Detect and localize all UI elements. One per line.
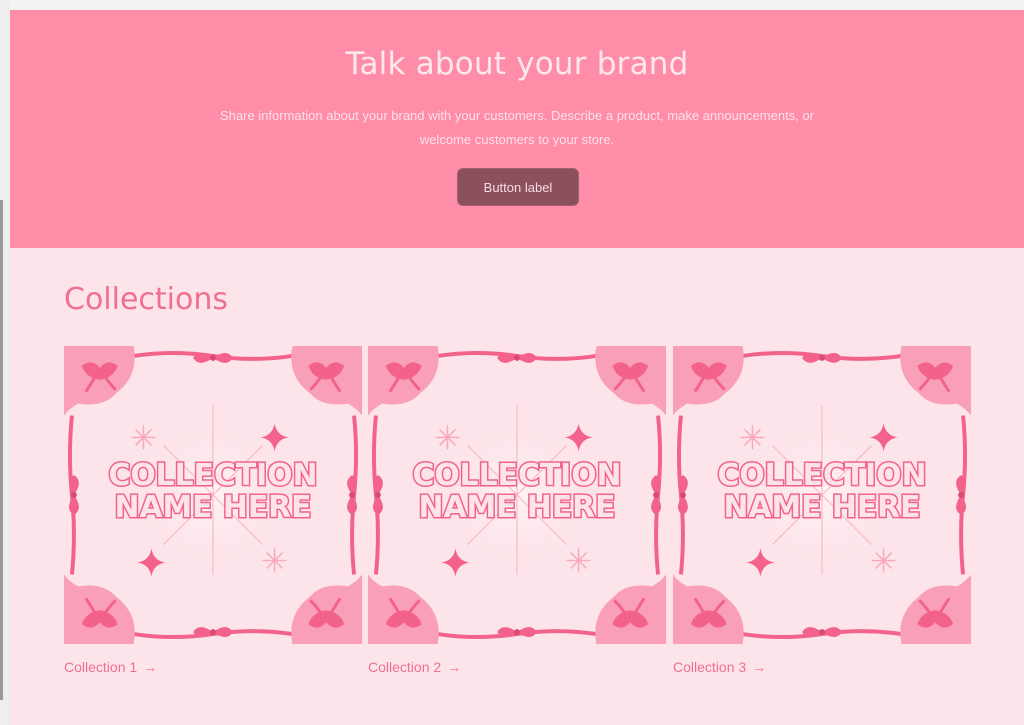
banner-description: Share information about your brand with … — [220, 108, 814, 147]
collection-image-2[interactable] — [368, 346, 666, 644]
left-gutter — [0, 0, 10, 725]
collection-link-1[interactable]: Collection 1 → — [64, 659, 362, 675]
scroll-edge — [0, 200, 3, 700]
collection-card-1[interactable]: Collection 1 → — [64, 346, 362, 675]
collections-heading: Collections — [64, 282, 229, 317]
arrow-right-icon: → — [752, 659, 767, 675]
collection-link-3[interactable]: Collection 3 → — [673, 659, 971, 675]
collection-label: Collection 3 — [673, 659, 747, 675]
banner-title: Talk about your brand — [345, 46, 689, 82]
collection-card-3[interactable]: Collection 3 → — [673, 346, 971, 675]
collection-image-3[interactable] — [673, 346, 971, 644]
collection-card-2[interactable]: Collection 2 → — [368, 346, 666, 675]
banner-button[interactable]: Button label — [457, 168, 579, 206]
arrow-right-icon: → — [447, 659, 462, 675]
collection-image-1[interactable] — [64, 346, 362, 644]
collection-link-2[interactable]: Collection 2 → — [368, 659, 666, 675]
arrow-right-icon: → — [143, 659, 158, 675]
collection-label: Collection 1 — [64, 659, 138, 675]
brand-banner: Talk about your brand Share information … — [10, 10, 1024, 248]
collection-label: Collection 2 — [368, 659, 442, 675]
top-strip — [0, 0, 1024, 10]
store-page: Talk about your brand Share information … — [10, 10, 1024, 725]
